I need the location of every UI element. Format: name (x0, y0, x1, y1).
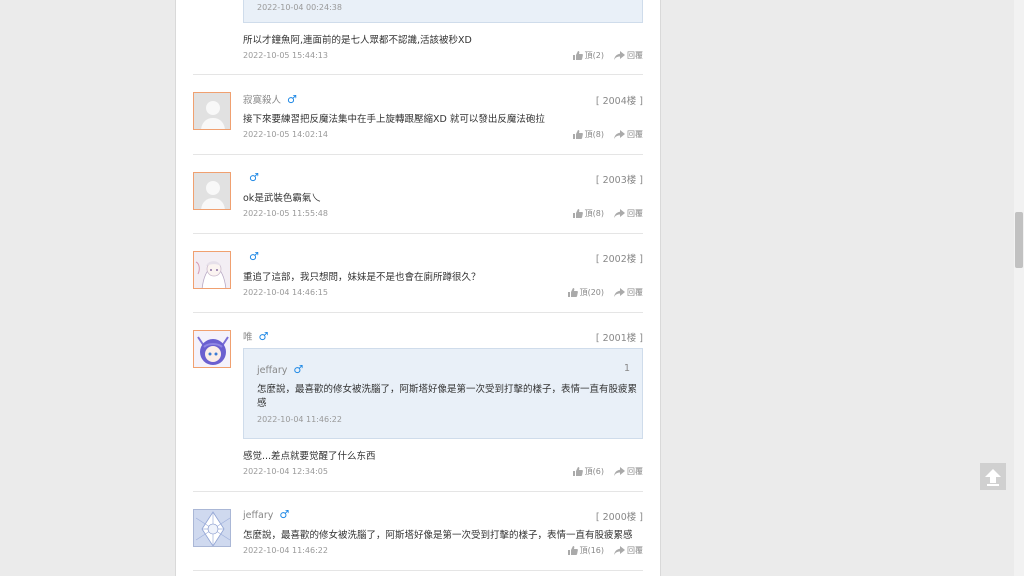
anime-avatar-icon (194, 331, 230, 367)
comment-text: 感觉...差点就要觉醒了什么东西 (243, 451, 376, 462)
comment-time: 2022-10-04 14:46:15 (243, 288, 328, 297)
reply-button[interactable]: 回覆 (614, 208, 643, 219)
floor-number: [ 2003楼 ] (595, 175, 643, 186)
floor-number: [ 2000楼 ] (595, 512, 643, 523)
quote-text: 怎麼說，最喜歡的修女被洗腦了，阿斯塔好像是第一次受到打擊的樣子，表情一直有股疲累 (257, 384, 638, 395)
floor-number: [ 2002楼 ] (595, 254, 643, 265)
thumbs-up-icon (567, 546, 578, 555)
like-button[interactable]: 頂(20) (567, 287, 604, 298)
comment-actions: 頂(6) 回覆 (572, 466, 643, 477)
reply-label: 回覆 (627, 209, 643, 218)
male-icon: ♂ (258, 330, 269, 343)
share-arrow-icon (614, 288, 625, 297)
thumbs-up-icon (572, 209, 583, 218)
quote-username[interactable]: jeffary ♂ (257, 363, 303, 376)
share-arrow-icon (614, 546, 625, 555)
reply-label: 回覆 (627, 51, 643, 60)
like-button[interactable]: 頂(2) (572, 50, 604, 61)
quote-box: jeffary ♂ 1 怎麼說，最喜歡的修女被洗腦了，阿斯塔好像是第一次受到打擊的… (243, 348, 643, 439)
like-button[interactable]: 頂(16) (567, 545, 604, 556)
divider (193, 233, 643, 234)
scroll-to-top-button[interactable] (980, 463, 1006, 490)
comment-time: 2022-10-05 11:55:48 (243, 209, 328, 218)
default-avatar-icon (194, 173, 230, 209)
reply-label: 回覆 (627, 467, 643, 476)
male-icon: ♂ (293, 363, 304, 376)
male-icon: ♂ (249, 250, 259, 263)
like-count: 頂(20) (579, 288, 604, 297)
reply-button[interactable]: 回覆 (614, 545, 643, 556)
divider (193, 74, 643, 75)
comment-time: 2022-10-04 12:34:05 (243, 467, 328, 476)
reply-button[interactable]: 回覆 (614, 287, 643, 298)
username[interactable]: ♂ (243, 171, 259, 184)
avatar[interactable] (193, 330, 231, 368)
reply-button[interactable]: 回覆 (614, 50, 643, 61)
share-arrow-icon (614, 130, 625, 139)
like-button[interactable]: 頂(8) (572, 129, 604, 140)
reply-label: 回覆 (627, 546, 643, 555)
thumbs-up-icon (572, 51, 583, 60)
share-arrow-icon (614, 51, 625, 60)
male-icon: ♂ (287, 93, 297, 106)
default-avatar-icon (194, 93, 230, 129)
divider (193, 570, 643, 571)
male-icon: ♂ (279, 508, 290, 521)
comment-actions: 頂(16) 回覆 (567, 545, 643, 556)
like-count: 頂(2) (584, 51, 604, 60)
comment-text: 所以才鐘魚阿,連面前的是七人眾都不認識,活該被秒XD (243, 35, 472, 46)
like-button[interactable]: 頂(8) (572, 208, 604, 219)
username[interactable]: 寂寞殺人 ♂ (243, 92, 297, 106)
divider (193, 491, 643, 492)
floor-number: [ 2004楼 ] (595, 96, 643, 107)
reply-button[interactable]: 回覆 (614, 466, 643, 477)
comment-actions: 頂(8) 回覆 (572, 208, 643, 219)
comment-time: 2022-10-05 14:02:14 (243, 130, 328, 139)
avatar[interactable] (193, 92, 231, 130)
anime-avatar-icon (194, 252, 230, 288)
quote-number: 1 (623, 363, 630, 374)
share-arrow-icon (614, 467, 625, 476)
username[interactable]: ♂ (243, 250, 259, 263)
thumbs-up-icon (572, 467, 583, 476)
male-icon: ♂ (249, 171, 259, 184)
reply-label: 回覆 (627, 288, 643, 297)
username[interactable]: jeffary ♂ (243, 508, 289, 521)
comment-text: 怎麼說，最喜歡的修女被洗腦了，阿斯塔好像是第一次受到打擊的樣子，表情一直有股疲累… (243, 530, 633, 541)
divider (193, 312, 643, 313)
comment-text: 接下來要練習把反魔法集中在手上旋轉跟壓縮XD 就可以發出反魔法砲拉 (243, 114, 545, 125)
quote-time: 2022-10-04 11:46:22 (257, 415, 342, 424)
like-count: 頂(16) (579, 546, 604, 555)
crystal-avatar-icon (194, 510, 230, 546)
thumbs-up-icon (572, 130, 583, 139)
quote-time: 2022-10-04 00:24:38 (257, 3, 342, 12)
avatar[interactable] (193, 251, 231, 289)
divider (193, 154, 643, 155)
floor-number: [ 2001楼 ] (595, 333, 643, 344)
arrow-up-icon (985, 468, 1001, 486)
comment-text: ok是武裝色霸氣乀 (243, 193, 321, 204)
reply-button[interactable]: 回覆 (614, 129, 643, 140)
comment-actions: 頂(20) 回覆 (567, 287, 643, 298)
like-button[interactable]: 頂(6) (572, 466, 604, 477)
comment-actions: 頂(2) 回覆 (572, 50, 643, 61)
scrollbar[interactable] (1014, 0, 1024, 576)
comment-text: 重追了這部，我只想問，妹妹是不是也會在廁所蹲很久？ (243, 272, 481, 283)
scrollbar-thumb[interactable] (1015, 212, 1023, 268)
comment-time: 2022-10-04 11:46:22 (243, 546, 328, 555)
share-arrow-icon (614, 209, 625, 218)
avatar[interactable] (193, 172, 231, 210)
comment-actions: 頂(8) 回覆 (572, 129, 643, 140)
avatar[interactable] (193, 509, 231, 547)
reply-label: 回覆 (627, 130, 643, 139)
thumbs-up-icon (567, 288, 578, 297)
comment-time: 2022-10-05 15:44:13 (243, 51, 328, 60)
comment-panel: 2022-10-04 00:24:38 所以才鐘魚阿,連面前的是七人眾都不認識,… (175, 0, 661, 576)
quote-box: 2022-10-04 00:24:38 (243, 0, 643, 23)
username[interactable]: 唯 ♂ (243, 329, 268, 343)
quote-text-cont: 感 (257, 398, 267, 409)
like-count: 頂(8) (584, 209, 604, 218)
like-count: 頂(6) (584, 467, 604, 476)
like-count: 頂(8) (584, 130, 604, 139)
